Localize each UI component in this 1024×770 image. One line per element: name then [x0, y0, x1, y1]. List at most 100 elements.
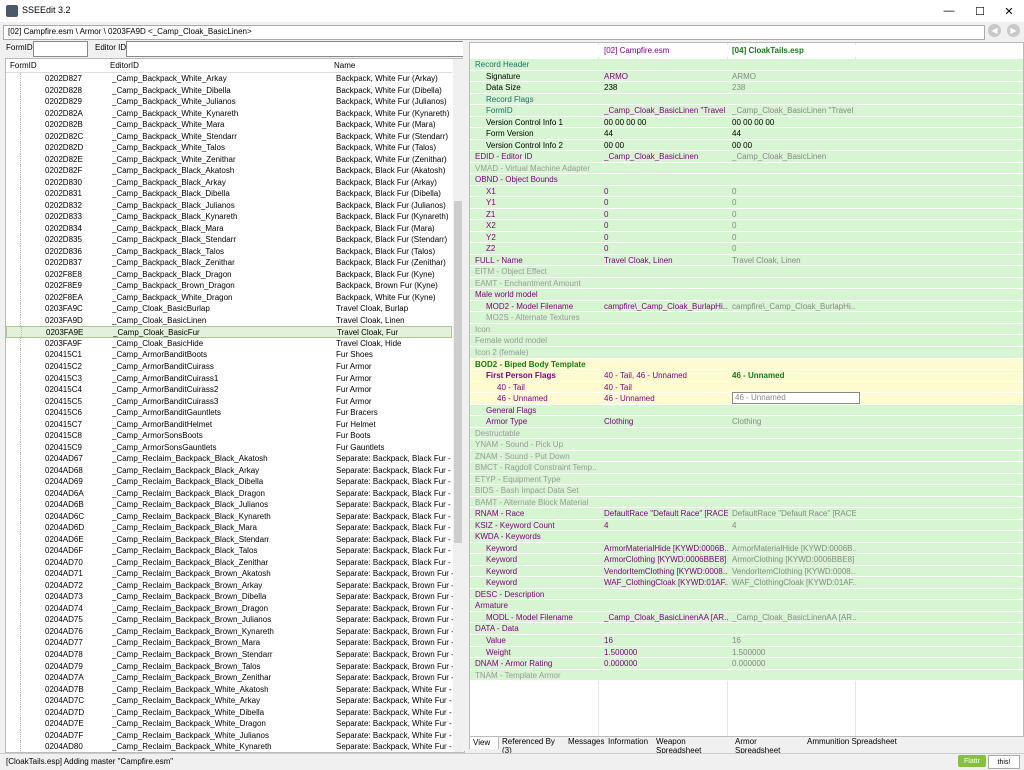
table-row[interactable]: 0204AD78 _Camp_Reclaim_Backpack_Brown_Ste… — [6, 649, 463, 661]
field-row[interactable]: Armature — [470, 600, 1023, 612]
field-row[interactable]: Icon — [470, 323, 1023, 336]
field-row[interactable]: MOD2 - Model Filename campfire\_Camp_Cloa… — [470, 300, 1023, 313]
field-row[interactable]: FormID _Camp_Cloak_BasicLinen "Travel ...… — [470, 105, 1023, 117]
cloaktails-value[interactable]: DefaultRace "Default Race" [RACE... — [732, 509, 856, 518]
campfire-value[interactable]: VendorItemClothing [KYWD:0008... — [604, 567, 728, 576]
field-row[interactable]: X1 0 0 — [470, 185, 1023, 198]
campfire-value[interactable]: 4 — [604, 521, 728, 530]
table-row[interactable]: 0203FA9F _Camp_Cloak_BasicHide Travel Cloa… — [6, 337, 452, 350]
cloaktails-value[interactable]: _Camp_Cloak_BasicLinen "Travel ... — [732, 106, 856, 115]
field-row[interactable]: Weight 1.500000 1.500000 — [470, 646, 1023, 659]
table-row[interactable]: 0202D828 _Camp_Backpack_White_Dibella Back… — [6, 84, 452, 97]
table-row[interactable]: 020415C4 _Camp_ArmorBanditCuirass2 Fur Arm… — [6, 384, 452, 396]
tab-view[interactable]: View — [469, 736, 499, 749]
table-row[interactable]: 0202D835 _Camp_Backpack_Black_Stendarr Bac… — [6, 234, 452, 246]
tab-referenced-by[interactable]: Referenced By (3) — [499, 736, 565, 755]
scrollbar-thumb[interactable] — [454, 201, 462, 543]
table-row[interactable]: 0204AD71 _Camp_Reclaim_Backpack_Brown_Aka… — [6, 568, 463, 580]
table-row[interactable]: 020415C8 _Camp_ArmorSonsBoots Fur Boots — [6, 430, 452, 442]
cloaktails-value[interactable]: _Camp_Cloak_BasicLinenAA [AR... — [732, 613, 856, 622]
cloaktails-value[interactable]: Clothing — [732, 417, 856, 426]
field-row[interactable]: Keyword WAF_ClothingCloak [KYWD:01AF... WA… — [470, 577, 1023, 589]
table-row[interactable]: 0202F8EA _Camp_Backpack_White_Dragon Backp… — [6, 291, 452, 304]
record-view[interactable]: [02] Campfire.esm [04] CloakTails.esp Re… — [469, 42, 1024, 737]
cloaktails-value[interactable]: ArmorMaterialHide [KYWD:0006B... — [732, 544, 856, 553]
table-row[interactable]: 0204AD7C _Camp_Reclaim_Backpack_White_Ark… — [6, 695, 461, 707]
field-row[interactable]: DNAM - Armor Rating 0.000000 0.000000 — [470, 658, 1023, 670]
table-row[interactable]: 0202F8E8 _Camp_Backpack_Black_Dragon Backp… — [6, 268, 452, 281]
field-row[interactable]: Keyword VendorItemClothing [KYWD:0008... V… — [470, 565, 1023, 578]
campfire-value[interactable]: 46 - Unnamed — [604, 394, 728, 403]
table-row[interactable]: 0202D833 _Camp_Backpack_Black_Kynareth Bac… — [6, 211, 452, 223]
cloaktails-value[interactable]: VendorItemClothing [KYWD:0008... — [732, 567, 856, 576]
campfire-value[interactable]: 0 — [604, 233, 728, 242]
field-row[interactable]: BOD2 - Biped Body Template — [470, 358, 1023, 371]
table-row[interactable]: 020415C1 _Camp_ArmorBanditBoots Fur Shoes — [6, 349, 452, 361]
table-row[interactable]: 0204AD73 _Camp_Reclaim_Backpack_Brown_Dib… — [6, 591, 463, 603]
table-row[interactable]: 0202D834 _Camp_Backpack_Black_Mara Backpac… — [6, 222, 452, 235]
table-row[interactable]: 020415C9 _Camp_ArmorSonsGauntlets Fur Gaun… — [6, 441, 452, 454]
table-row[interactable]: 0202D837 _Camp_Backpack_Black_Zenithar Bac… — [6, 257, 452, 269]
table-row[interactable]: 0202D836 _Camp_Backpack_Black_Talos Backpa… — [6, 245, 452, 258]
campfire-value[interactable]: 16 — [604, 636, 728, 645]
table-row[interactable]: 0202D832 _Camp_Backpack_Black_Julianos Bac… — [6, 199, 452, 212]
tab-information[interactable]: Information — [605, 736, 653, 749]
field-row[interactable]: Version Control Info 2 00 00 00 00 — [470, 139, 1023, 152]
table-row[interactable]: 020415C7 _Camp_ArmorBanditHelmet Fur Helme… — [6, 418, 452, 431]
table-row[interactable]: 0204AD6F _Camp_Reclaim_Backpack_Black_Tal… — [6, 545, 460, 557]
table-row[interactable]: 0202D82F _Camp_Backpack_Black_Akatosh Back… — [6, 165, 452, 177]
cloaktails-value[interactable]: 4 — [732, 521, 856, 530]
field-row[interactable]: Keyword ArmorMaterialHide [KYWD:0006B... A… — [470, 542, 1023, 555]
field-row[interactable]: Male world model — [470, 289, 1023, 301]
field-row[interactable]: ETYP - Equipment Type — [470, 473, 1023, 486]
campfire-value[interactable]: 40 - Tail, 46 - Unnamed — [604, 371, 728, 380]
field-row[interactable]: DATA - Data — [470, 623, 1023, 635]
maximize-button[interactable]: ☐ — [965, 0, 995, 22]
campfire-value[interactable]: 0 — [604, 198, 728, 207]
campfire-value[interactable]: 0 — [604, 221, 728, 230]
field-row[interactable]: Form Version 44 44 — [470, 128, 1023, 140]
table-row[interactable]: 0202D82A _Camp_Backpack_White_Kynareth Bac… — [6, 107, 452, 120]
campfire-value[interactable]: ARMO — [604, 72, 728, 81]
campfire-value[interactable]: ArmorMaterialHide [KYWD:0006B... — [604, 544, 728, 553]
table-row[interactable]: 0204AD80 _Camp_Reclaim_Backpack_White_Kyn… — [6, 741, 461, 752]
field-row[interactable]: OBND - Object Bounds — [470, 174, 1023, 186]
editorid-filter-input[interactable] — [126, 41, 466, 57]
campfire-value[interactable]: 0 — [604, 187, 728, 196]
field-row[interactable]: KSIZ - Keyword Count 4 4 — [470, 519, 1023, 532]
field-row[interactable]: Destructable — [470, 427, 1023, 440]
field-row[interactable]: MO2S - Alternate Textures — [470, 312, 1023, 324]
campfire-value[interactable]: 238 — [604, 83, 728, 92]
campfire-value[interactable]: 44 — [604, 129, 728, 138]
table-row[interactable]: 0202D82E _Camp_Backpack_White_Zenithar Bac… — [6, 153, 452, 166]
campfire-value[interactable]: DefaultRace "Default Race" [RACE... — [604, 509, 728, 518]
table-row[interactable]: 0202D827 _Camp_Backpack_White_Arkay Backpa… — [6, 73, 452, 85]
cloaktails-value[interactable]: 0 — [732, 210, 856, 219]
table-row[interactable]: 0203FA9C _Camp_Cloak_BasicBurlap Travel Cl… — [6, 303, 452, 315]
field-row[interactable]: VMAD - Virtual Machine Adapter — [470, 162, 1023, 175]
field-row[interactable]: Icon 2 (female) — [470, 347, 1023, 359]
cloaktails-value[interactable]: 0 — [732, 244, 856, 253]
field-row[interactable]: Signature ARMO ARMO — [470, 70, 1023, 83]
field-row[interactable]: Y2 0 0 — [470, 231, 1023, 244]
field-row[interactable]: Version Control Info 1 00 00 00 00 00 00 0… — [470, 116, 1023, 129]
cloaktails-value[interactable]: 44 — [732, 129, 856, 138]
tab-armor-spreadsheet[interactable]: Armor Spreadsheet — [732, 736, 804, 755]
field-row[interactable]: Z1 0 0 — [470, 208, 1023, 221]
tab-ammunition-spreadsheet[interactable]: Ammunition Spreadsheet — [804, 736, 899, 749]
table-row[interactable]: 0203FA9E _Camp_Cloak_BasicFur Travel Cloak… — [6, 326, 452, 338]
cloaktails-value[interactable]: campfire\_Camp_Cloak_BurlapHi... — [732, 302, 856, 311]
forward-arrow-icon[interactable]: ▶ — [1007, 24, 1020, 37]
field-row[interactable]: Record Header — [470, 59, 1023, 71]
field-row[interactable]: Keyword ArmorClothing [KYWD:0006BBE8] Armo… — [470, 554, 1023, 566]
close-button[interactable]: ✕ — [994, 0, 1024, 22]
back-arrow-icon[interactable]: ◀ — [988, 24, 1001, 37]
column-header-editorid[interactable]: EditorID — [110, 61, 139, 70]
campfire-value[interactable]: campfire\_Camp_Cloak_BurlapHi... — [604, 302, 728, 311]
table-row[interactable]: 0204AD6E _Camp_Reclaim_Backpack_Black_Ste… — [6, 533, 460, 546]
field-row[interactable]: Y1 0 0 — [470, 197, 1023, 209]
field-row[interactable]: DESC - Description — [470, 588, 1023, 601]
field-row[interactable]: 46 - Unnamed 46 - Unnamed 46 - Unnamed — [470, 392, 1023, 405]
table-row[interactable]: 0204AD7E _Camp_Reclaim_Backpack_White_Dra… — [6, 718, 461, 730]
table-row[interactable]: 0204AD7A _Camp_Reclaim_Backpack_Brown_Zen… — [6, 672, 463, 684]
